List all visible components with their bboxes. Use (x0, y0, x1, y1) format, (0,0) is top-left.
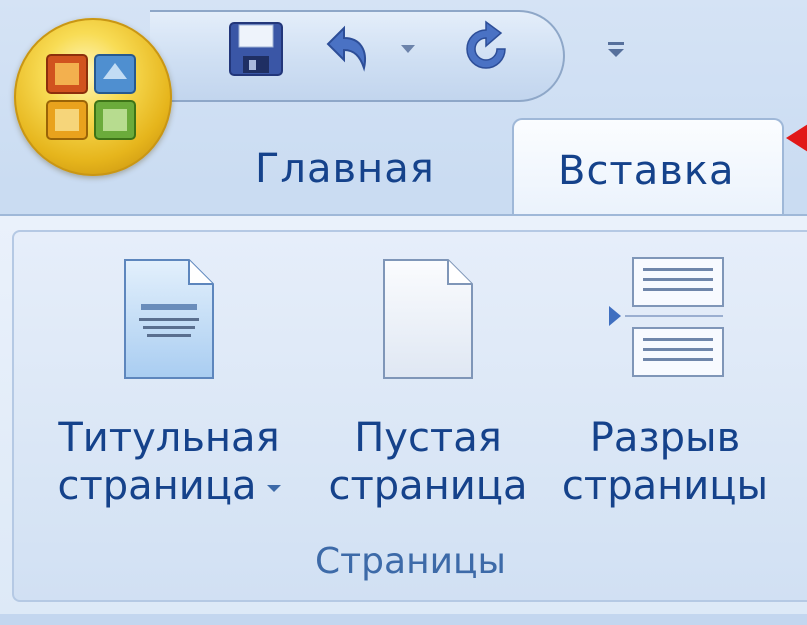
blank-page-label: Пустая страница (328, 414, 527, 510)
page-break-label-line2: страницы (561, 463, 769, 509)
undo-icon (326, 25, 366, 72)
customize-qat-icon (608, 42, 624, 57)
chevron-down-icon[interactable] (266, 484, 281, 492)
group-title: Страницы (315, 541, 506, 582)
cover-page-label-line2-wrap: страница (57, 462, 281, 510)
redo-button[interactable] (455, 18, 517, 80)
page-break-icon (609, 257, 724, 377)
cover-page-label-line2: страница (57, 463, 257, 509)
office-logo-icon (46, 54, 136, 140)
tab-insert[interactable]: Вставка (512, 118, 784, 218)
save-icon (229, 22, 283, 76)
pointer-arrow-icon (786, 124, 807, 152)
blank-page-label-line1: Пустая (354, 415, 502, 461)
ribbon-panel: Титульная страница Пустая страница Разры… (0, 214, 807, 614)
cover-page-label: Титульная страница (57, 414, 281, 510)
customize-qat-button[interactable] (598, 18, 634, 80)
page-break-button[interactable]: Разрыв страницы (550, 254, 780, 510)
undo-button[interactable] (318, 18, 380, 80)
save-button[interactable] (225, 18, 287, 80)
page-break-label: Разрыв страницы (562, 414, 768, 510)
blank-page-icon (383, 259, 473, 379)
cover-page-icon (124, 259, 214, 379)
blank-page-button[interactable]: Пустая страница (314, 254, 542, 510)
office-button[interactable] (14, 18, 172, 176)
pages-group: Титульная страница Пустая страница Разры… (12, 230, 807, 602)
cover-page-button[interactable]: Титульная страница (44, 254, 294, 510)
undo-dropdown-button[interactable] (396, 18, 420, 80)
chevron-down-icon (401, 45, 415, 53)
tab-home[interactable]: Главная (255, 146, 435, 192)
cover-page-label-line1: Титульная (58, 415, 280, 461)
page-break-label-line1: Разрыв (589, 415, 741, 461)
redo-icon (466, 20, 506, 69)
blank-page-label-line2: страница (328, 463, 528, 509)
